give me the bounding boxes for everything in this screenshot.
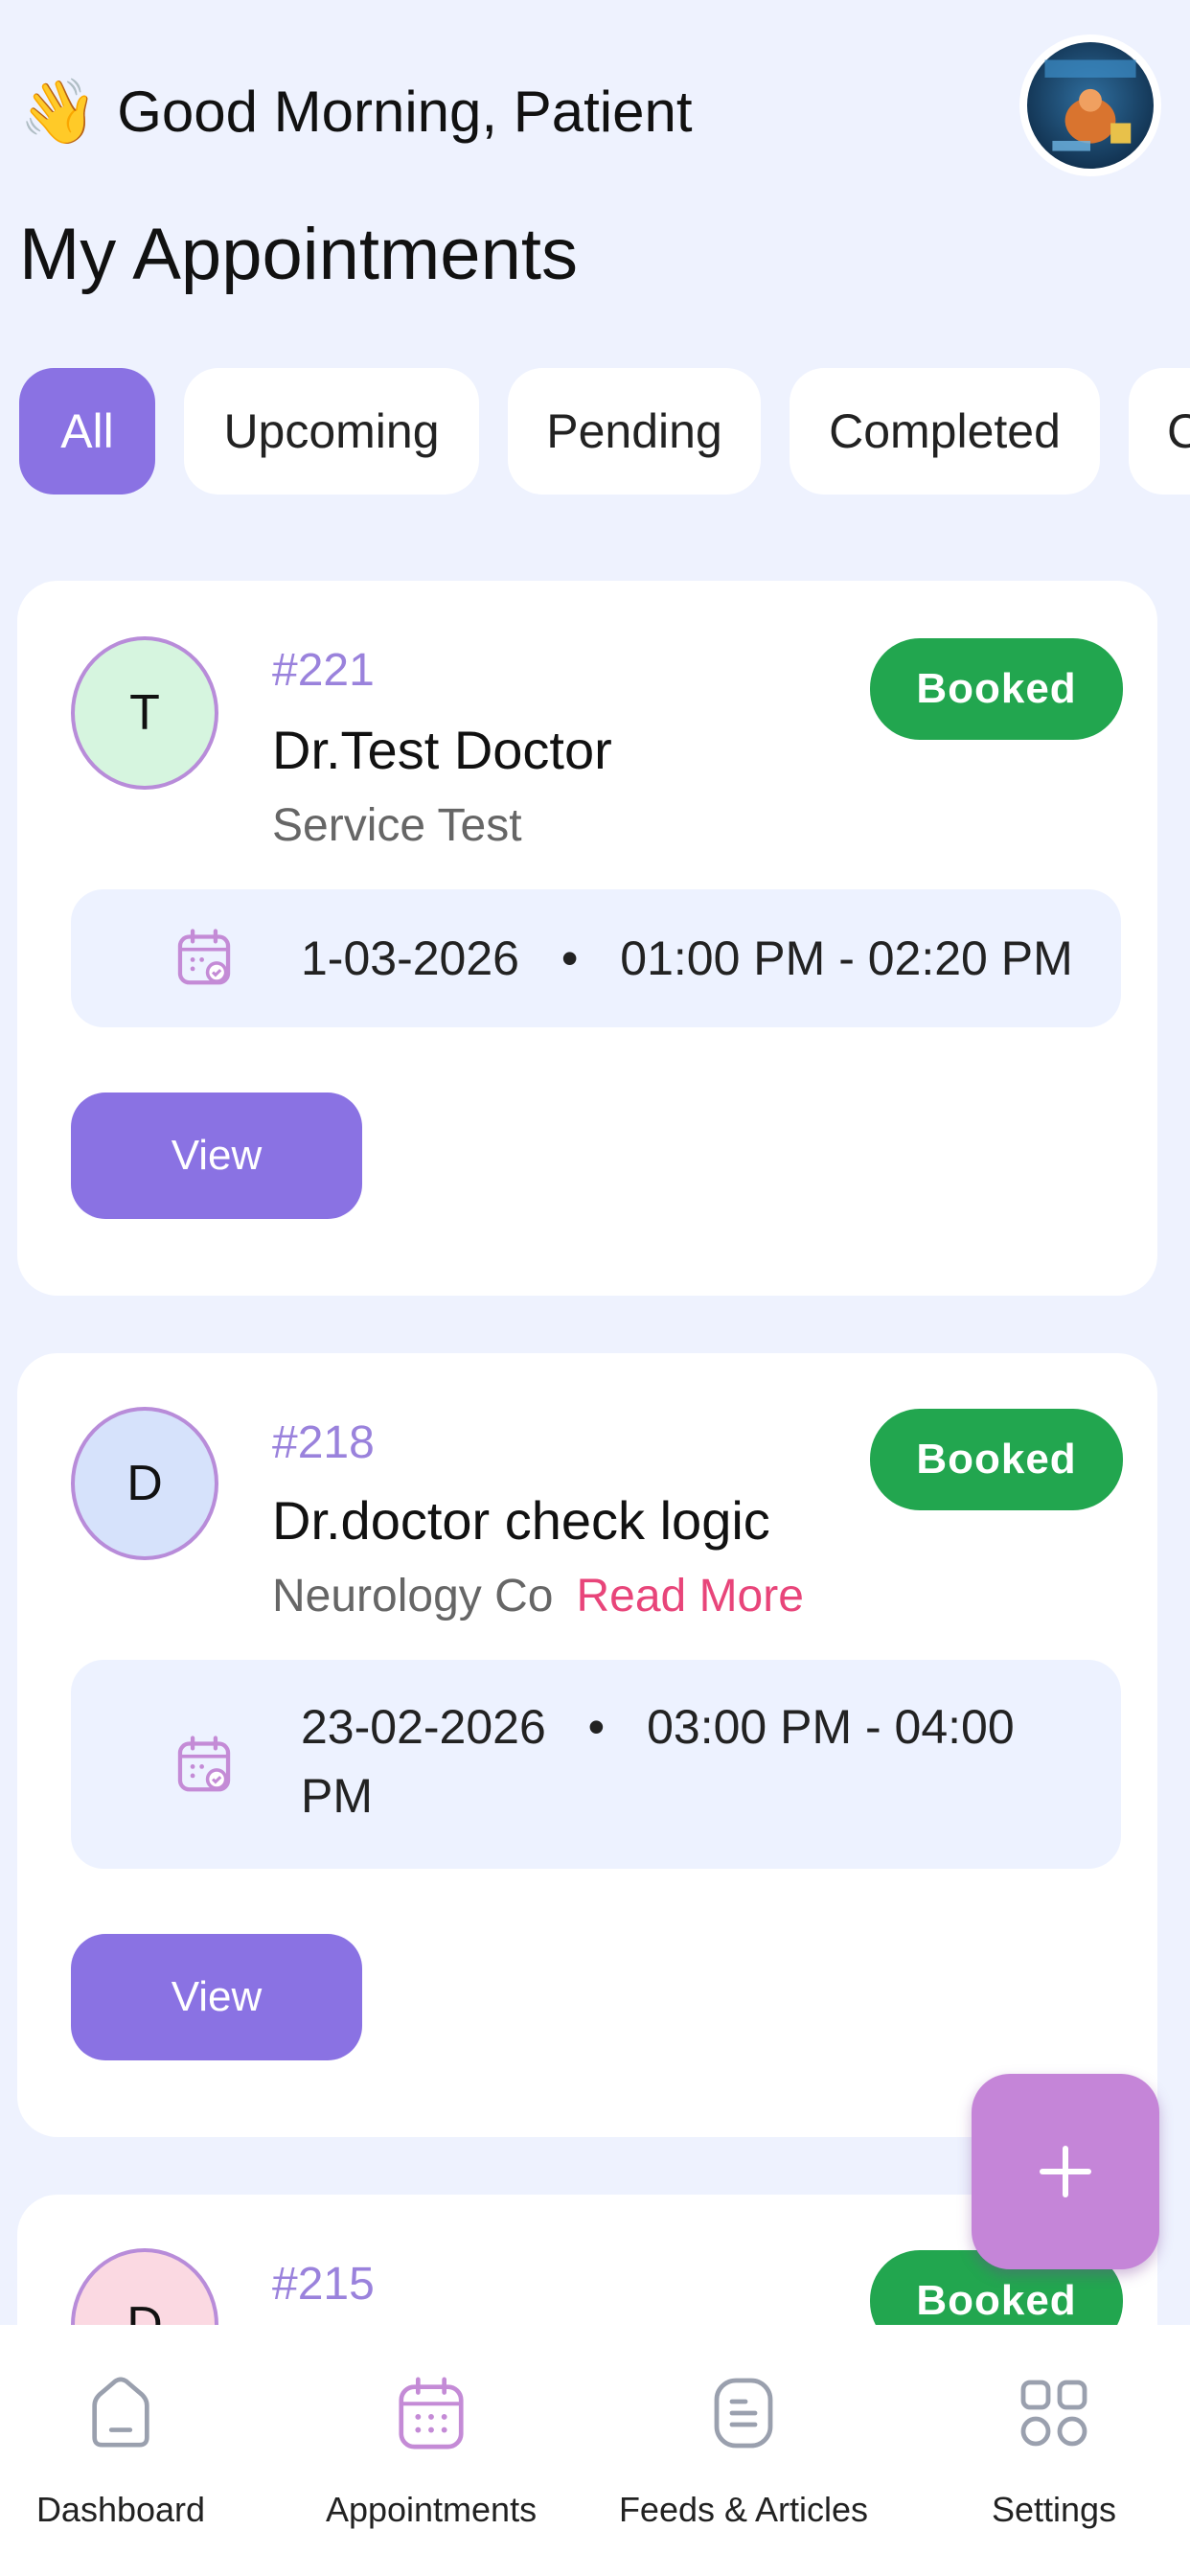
slot-time-continued: PM	[301, 1769, 373, 1823]
doctor-avatar: T	[71, 636, 218, 790]
filter-tabs: All Upcoming Pending Completed C	[19, 368, 1190, 494]
profile-photo-icon	[1027, 42, 1154, 169]
appointment-id: #221	[272, 645, 375, 696]
appointment-id: #215	[272, 2259, 375, 2310]
nav-icon-container	[15, 2358, 226, 2469]
slot-datetime: 1-03-2026 • 01:00 PM - 02:20 PM	[301, 924, 1073, 993]
service-text: Service Test	[272, 800, 522, 851]
service-text: Neurology Co	[272, 1571, 554, 1622]
calendar-check-icon	[177, 929, 231, 985]
tab-upcoming[interactable]: Upcoming	[184, 368, 479, 494]
view-button[interactable]: View	[71, 1092, 362, 1219]
nav-feeds-articles[interactable]: Feeds & Articles	[600, 2325, 887, 2576]
nav-label: Dashboard	[35, 2490, 206, 2529]
plus-icon	[1040, 2146, 1091, 2197]
tab-completed[interactable]: Completed	[790, 368, 1100, 494]
service-name: Service Test	[272, 799, 522, 852]
appointment-slot: 1-03-2026 • 01:00 PM - 02:20 PM	[71, 889, 1121, 1027]
nav-label: Settings	[991, 2490, 1117, 2529]
greeting: 👋 Good Morning, Patient	[19, 79, 693, 145]
app-screen: 👋 Good Morning, Patient My Appointments …	[0, 0, 1190, 2576]
appointment-id: #218	[272, 1417, 375, 1468]
home-icon	[92, 2377, 149, 2448]
slot-separator: •	[561, 932, 579, 985]
nav-settings[interactable]: Settings	[949, 2325, 1159, 2576]
tab-pending[interactable]: Pending	[508, 368, 761, 494]
wave-icon: 👋	[19, 74, 99, 149]
nav-label: Feeds & Articles	[618, 2490, 869, 2529]
slot-datetime: 23-02-2026 • 03:00 PM - 04:00 PM	[301, 1692, 1087, 1830]
slot-date: 23-02-2026	[301, 1700, 546, 1754]
slot-separator: •	[587, 1700, 606, 1754]
status-badge: Booked	[870, 1409, 1123, 1510]
service-name: Neurology Co Read More	[272, 1570, 804, 1622]
appointment-card[interactable]: D #218 Dr.doctor check logic Neurology C…	[17, 1353, 1157, 2137]
nav-icon-container	[949, 2358, 1159, 2469]
doctor-avatar: D	[71, 1407, 218, 1560]
profile-avatar[interactable]	[1019, 34, 1161, 176]
slot-time: 03:00 PM - 04:00	[647, 1700, 1015, 1754]
document-icon	[714, 2378, 773, 2449]
doctor-name: Dr.doctor check logic	[272, 1490, 770, 1551]
nav-appointments[interactable]: Appointments	[326, 2325, 537, 2576]
calendar-icon	[399, 2377, 464, 2450]
read-more-link[interactable]: Read More	[576, 1571, 803, 1622]
tab-cancelled[interactable]: C	[1129, 368, 1190, 494]
doctor-name: Dr.Test Doctor	[272, 720, 612, 780]
slot-date: 1-03-2026	[301, 932, 519, 985]
doctor-initial: T	[129, 685, 160, 741]
greeting-text: Good Morning, Patient	[117, 80, 693, 144]
doctor-initial: D	[126, 1456, 163, 1511]
calendar-check-icon	[177, 1736, 231, 1792]
slot-time: 01:00 PM - 02:20 PM	[620, 932, 1073, 985]
nav-icon-container	[326, 2358, 537, 2469]
add-appointment-button[interactable]	[972, 2074, 1159, 2269]
view-button[interactable]: View	[71, 1934, 362, 2060]
page-title: My Appointments	[19, 214, 578, 295]
tab-all[interactable]: All	[19, 368, 155, 494]
status-badge: Booked	[870, 638, 1123, 740]
nav-icon-container	[638, 2358, 849, 2469]
appointment-card[interactable]: T #221 Dr.Test Doctor Service Test Booke…	[17, 581, 1157, 1296]
grid-icon	[1020, 2380, 1087, 2447]
bottom-navigation: Dashboard Appointments Feeds & Articles …	[0, 2325, 1190, 2576]
nav-label: Appointments	[325, 2490, 538, 2529]
appointment-slot: 23-02-2026 • 03:00 PM - 04:00 PM	[71, 1660, 1121, 1869]
nav-dashboard[interactable]: Dashboard	[15, 2325, 226, 2576]
